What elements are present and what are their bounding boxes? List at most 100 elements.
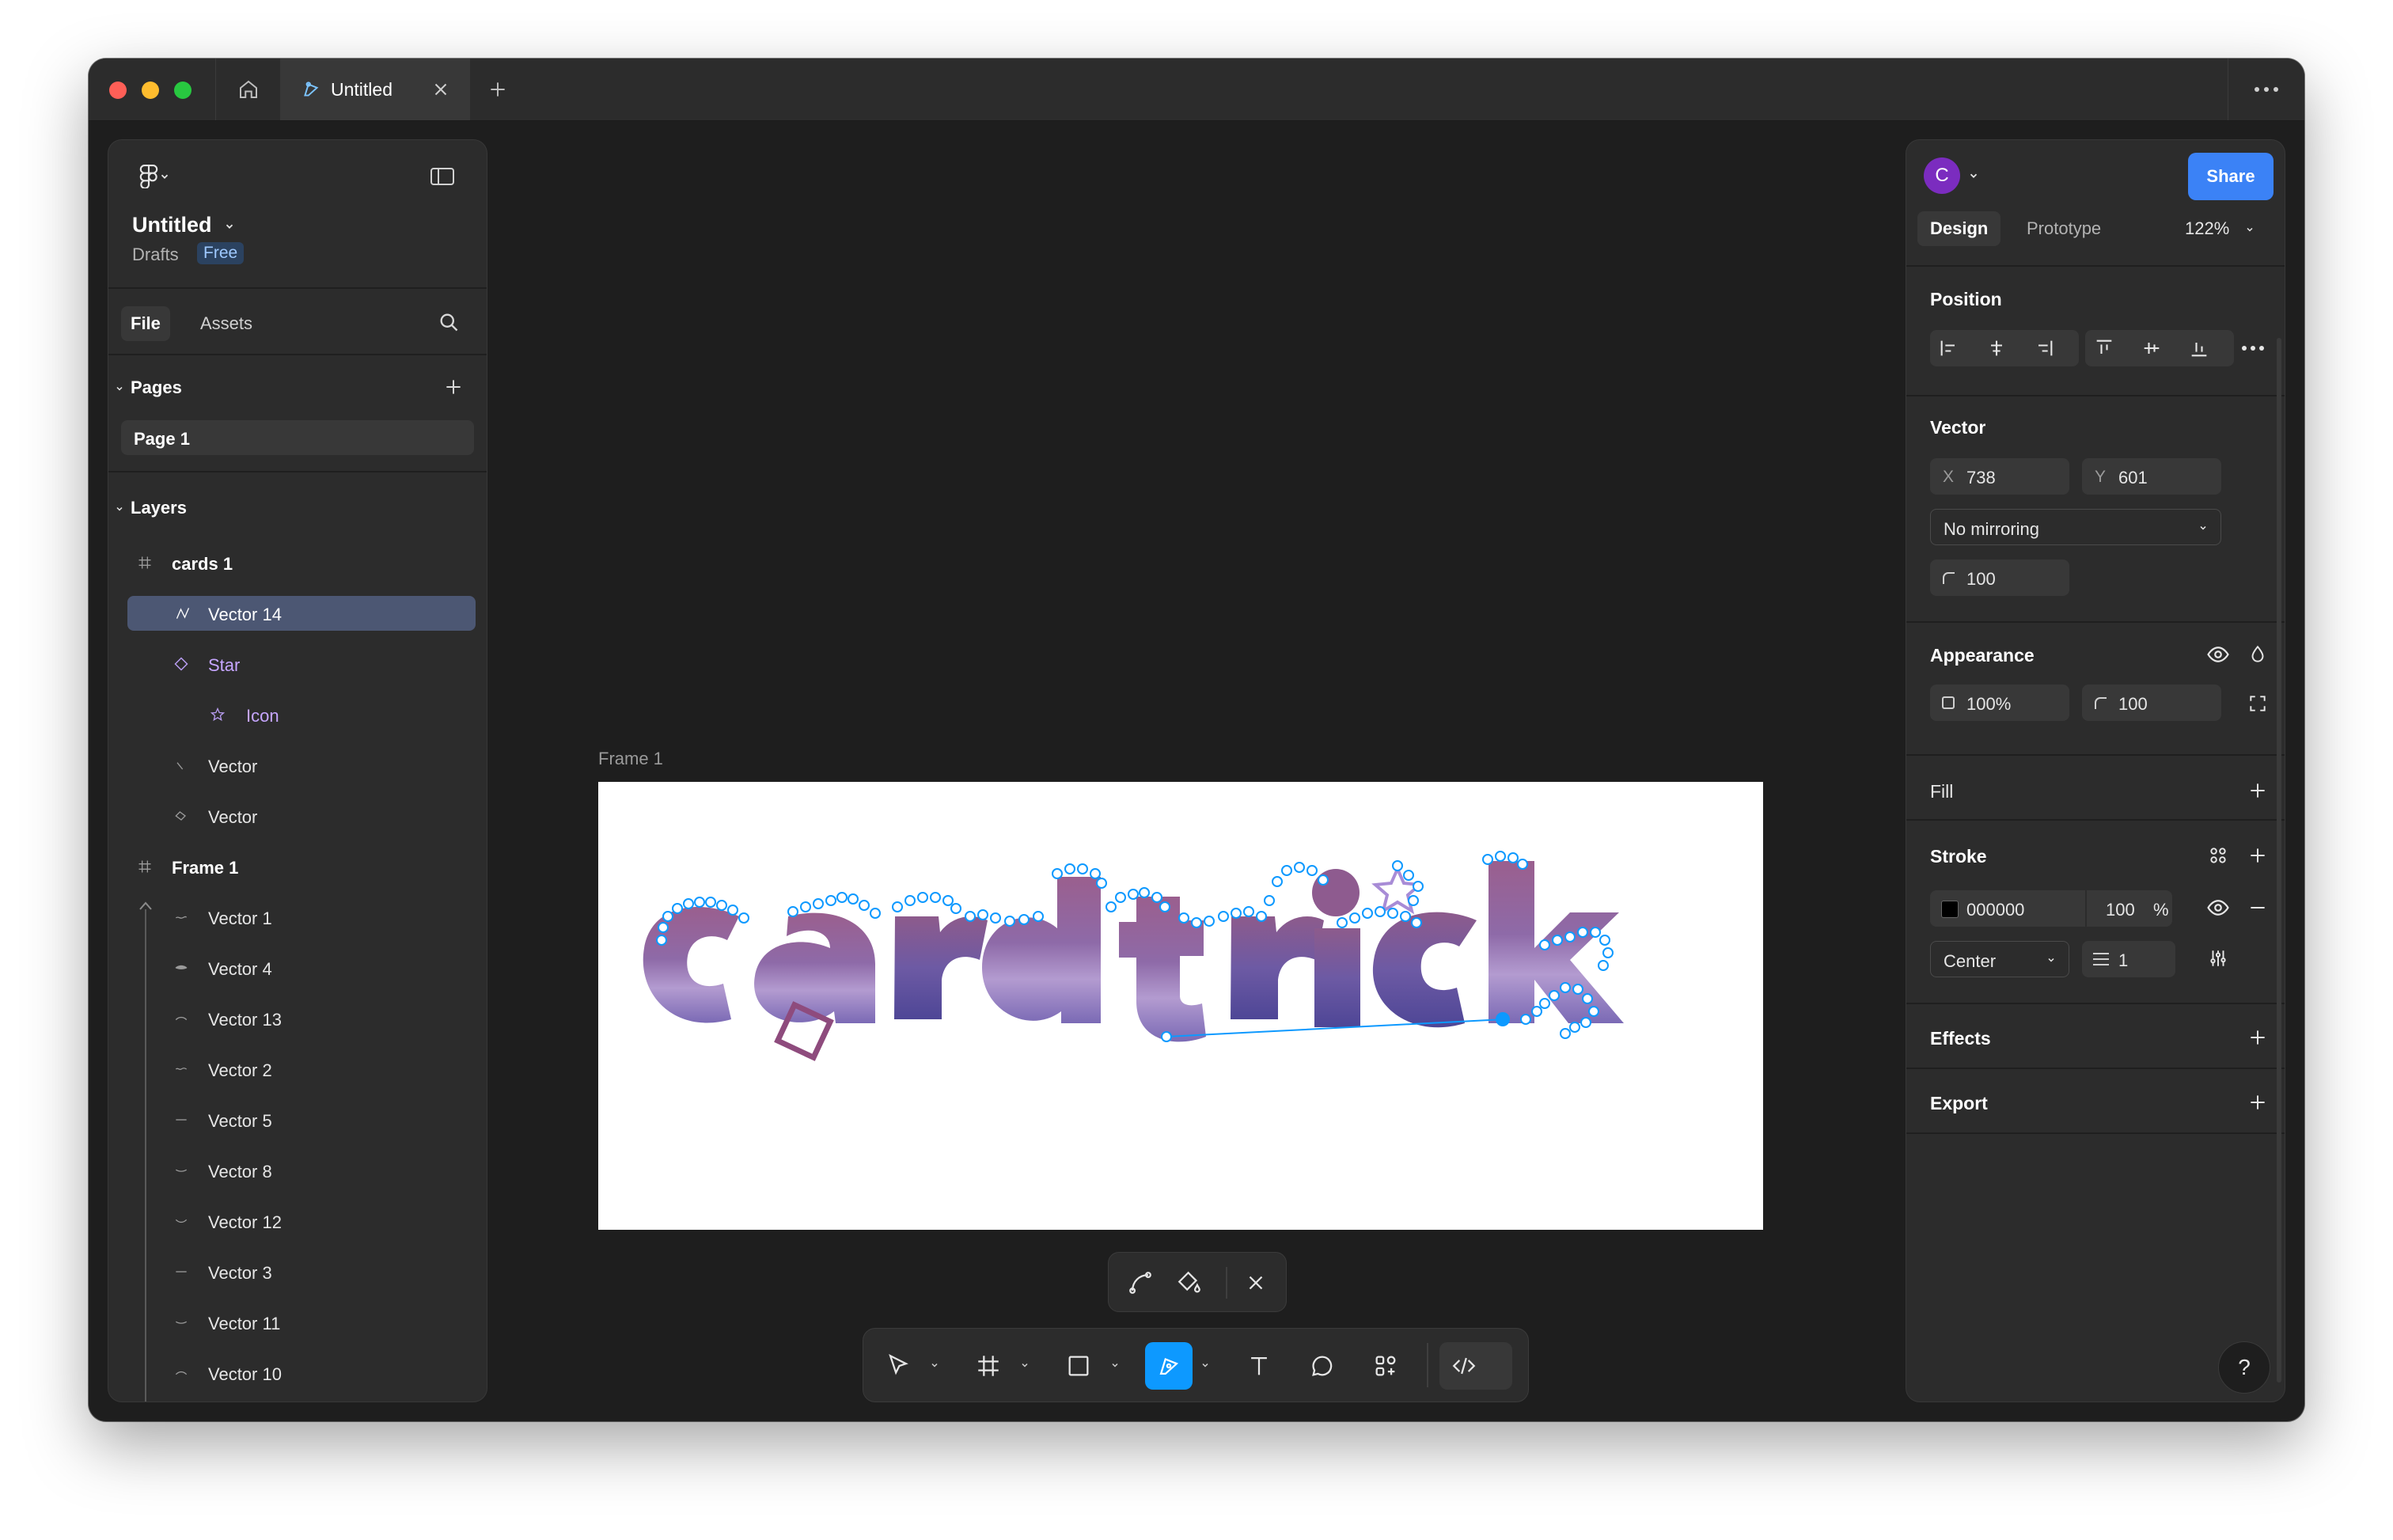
vector-icon	[175, 1068, 188, 1071]
plan-badge[interactable]: Free	[197, 242, 245, 264]
y-position-field[interactable]: Y 601	[2082, 458, 2221, 495]
window-menu-button[interactable]	[2228, 59, 2304, 120]
pen-tool-button[interactable]	[1145, 1342, 1193, 1390]
stroke-styles-button[interactable]	[2202, 840, 2234, 871]
close-tab-icon[interactable]	[430, 79, 451, 100]
move-tool-button[interactable]	[874, 1342, 922, 1390]
layer-vector-13[interactable]: Vector 13	[127, 1001, 476, 1036]
file-name[interactable]: Untitled	[132, 213, 235, 237]
align-left-button[interactable]	[1933, 332, 1965, 364]
close-window-button[interactable]	[109, 82, 127, 99]
align-top-button[interactable]	[2088, 332, 2120, 364]
layer-vector-12[interactable]: Vector 12	[127, 1204, 476, 1238]
add-fill-button[interactable]	[2242, 775, 2274, 806]
page-item-page-1[interactable]: Page 1	[121, 420, 474, 455]
toggle-sidebar-button[interactable]	[427, 161, 458, 192]
remove-stroke-button[interactable]	[2242, 892, 2274, 924]
divider	[1906, 1068, 2285, 1069]
align-bottom-button[interactable]	[2183, 332, 2215, 364]
frame-1[interactable]	[598, 782, 1763, 1230]
blend-mode-button[interactable]	[2242, 639, 2274, 670]
layer-vector-14[interactable]: Vector 14	[127, 596, 476, 631]
independent-corners-button[interactable]	[2242, 688, 2274, 719]
stroke-settings-button[interactable]	[2202, 943, 2234, 974]
frame-tool-menu[interactable]	[1018, 1359, 1031, 1371]
chevron-down-icon	[116, 506, 123, 511]
add-export-button[interactable]	[2242, 1087, 2274, 1118]
align-center-h-button[interactable]	[1981, 332, 2012, 364]
divider	[1906, 1132, 2285, 1134]
layer-label: cards 1	[172, 554, 233, 574]
panel-scrollbar[interactable]	[2277, 338, 2281, 1383]
actions-tool-button[interactable]	[1362, 1342, 1409, 1390]
appearance-radius-field[interactable]: 100	[2082, 685, 2221, 721]
add-page-button[interactable]	[438, 371, 469, 403]
stroke-color-field[interactable]: 000000 100 %	[1930, 890, 2172, 927]
x-position-field[interactable]: X 738	[1930, 458, 2069, 495]
avatar[interactable]: C	[1924, 157, 1960, 194]
layer-vector[interactable]: Vector	[127, 748, 476, 783]
exit-vector-edit-button[interactable]	[1232, 1259, 1280, 1307]
frame-tool-button[interactable]	[965, 1342, 1012, 1390]
stroke-color-swatch[interactable]	[1941, 901, 1959, 918]
move-tool-menu[interactable]	[928, 1359, 941, 1371]
maximize-window-button[interactable]	[174, 82, 192, 99]
new-tab-button[interactable]	[484, 76, 511, 103]
shape-tool-button[interactable]	[1055, 1342, 1102, 1390]
mirroring-select[interactable]: No mirroring	[1930, 509, 2221, 545]
layer-vector-2[interactable]: Vector 2	[127, 1052, 476, 1087]
layer-cards-1[interactable]: cards 1	[127, 545, 476, 580]
opacity-field[interactable]: 100%	[1930, 685, 2069, 721]
tab-assets[interactable]: Assets	[200, 313, 252, 334]
add-stroke-button[interactable]	[2242, 840, 2274, 871]
stroke-visibility-button[interactable]	[2202, 892, 2234, 924]
share-button[interactable]: Share	[2188, 153, 2274, 200]
tab-prototype[interactable]: Prototype	[2027, 218, 2101, 239]
main-menu-button[interactable]	[131, 161, 178, 192]
corner-radius-field[interactable]: 100	[1930, 559, 2069, 596]
layer-vector[interactable]: Vector	[127, 798, 476, 833]
layer-vector-5[interactable]: Vector 5	[127, 1102, 476, 1137]
stroke-weight-field[interactable]: 1	[2082, 941, 2175, 977]
paint-bucket-button[interactable]	[1166, 1259, 1213, 1307]
home-tab[interactable]	[215, 59, 282, 120]
layer-vector-11[interactable]: Vector 11	[127, 1305, 476, 1340]
frame-label[interactable]: Frame 1	[598, 749, 663, 769]
add-effect-button[interactable]	[2242, 1022, 2274, 1053]
stroke-align-select[interactable]: Center	[1930, 941, 2069, 977]
search-button[interactable]	[433, 306, 465, 338]
layer-star[interactable]: Star	[127, 647, 476, 681]
layers-header[interactable]: Layers	[115, 498, 187, 518]
tab-file[interactable]: File	[121, 306, 170, 341]
layer-icon[interactable]: Icon	[127, 697, 476, 732]
pen-icon	[1159, 1357, 1179, 1375]
pages-header[interactable]: Pages	[115, 377, 182, 398]
page-item-label: Page 1	[134, 429, 190, 449]
more-align-options-button[interactable]	[2237, 332, 2269, 364]
text-tool-button[interactable]	[1235, 1342, 1283, 1390]
bend-tool-button[interactable]	[1117, 1259, 1164, 1307]
align-left-icon	[1940, 340, 1955, 356]
align-right-button[interactable]	[2028, 332, 2060, 364]
minimize-window-button[interactable]	[142, 82, 159, 99]
chevron-down-icon	[1022, 1363, 1028, 1367]
tab-design[interactable]: Design	[1917, 211, 2001, 246]
comment-tool-button[interactable]	[1299, 1342, 1346, 1390]
toggle-visibility-button[interactable]	[2202, 639, 2234, 670]
shape-tool-menu[interactable]	[1109, 1359, 1121, 1371]
align-center-v-button[interactable]	[2136, 332, 2167, 364]
help-button[interactable]: ?	[2218, 1341, 2270, 1394]
layer-vector-10[interactable]: Vector 10	[127, 1356, 476, 1390]
pen-tool-menu[interactable]	[1199, 1359, 1212, 1371]
layer-vector-1[interactable]: Vector 1	[127, 900, 476, 935]
layer-frame-1[interactable]: Frame 1	[127, 849, 476, 884]
layer-vector-3[interactable]: Vector 3	[127, 1254, 476, 1289]
cardtrick-artwork[interactable]	[598, 782, 1763, 1230]
zoom-menu[interactable]: 122%	[2185, 218, 2255, 239]
file-tab[interactable]: Untitled	[280, 59, 470, 120]
dev-mode-toggle[interactable]	[1439, 1342, 1512, 1390]
file-location[interactable]: Drafts	[132, 245, 179, 265]
chevron-down-icon[interactable]	[1968, 170, 1979, 181]
layer-vector-8[interactable]: Vector 8	[127, 1153, 476, 1188]
layer-vector-4[interactable]: Vector 4	[127, 950, 476, 985]
